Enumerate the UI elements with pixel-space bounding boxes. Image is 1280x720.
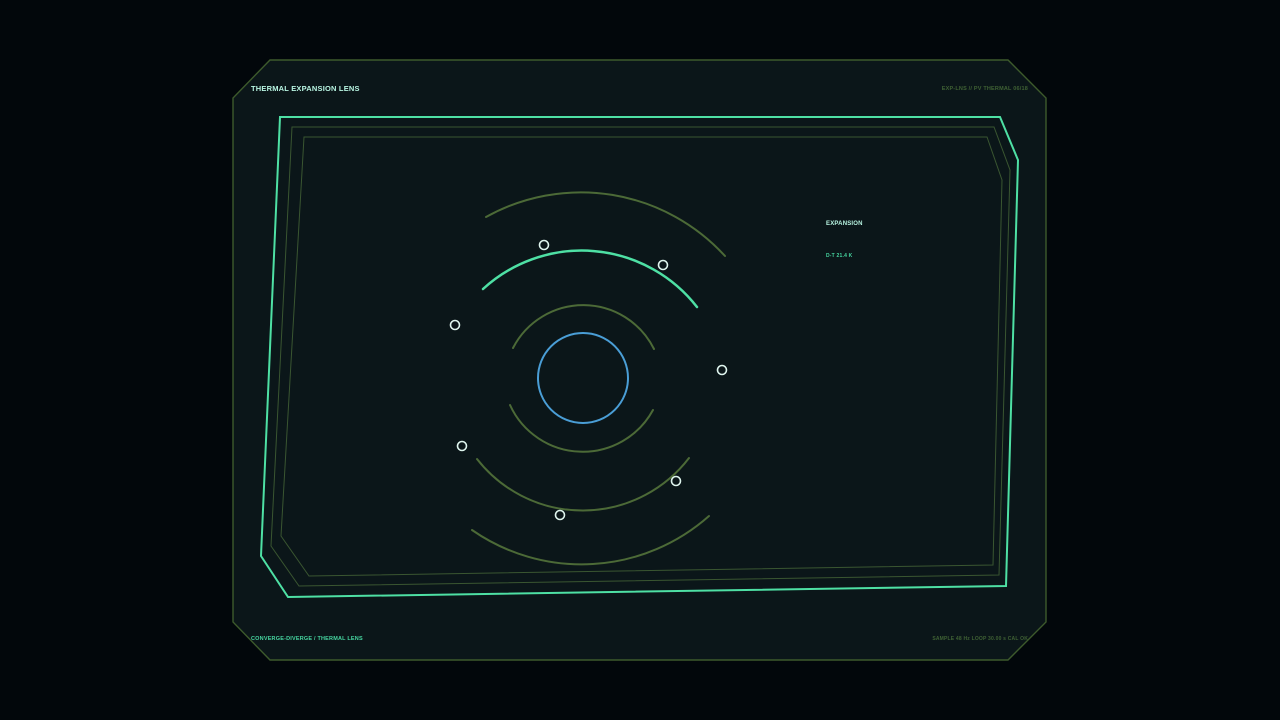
readout-label: EXPANSION <box>826 221 863 227</box>
panel-code: EXP-LNS // PV THERMAL 06/18 <box>941 86 1028 92</box>
readout-value: D-T 21.4 K <box>826 253 853 259</box>
outer-panel-frame <box>232 59 1047 661</box>
panel-title: THERMAL EXPANSION LENS <box>251 84 360 93</box>
hud-stage: THERMAL EXPANSION LENS EXP-LNS // PV THE… <box>0 0 1280 720</box>
footer-caption: CONVERGE-DIVERGE / THERMAL LENS <box>251 636 363 642</box>
sample-marker[interactable] <box>449 319 461 331</box>
footer-status: SAMPLE 48 Hz LOOP 30.00 s CAL OK <box>932 636 1028 642</box>
sample-marker[interactable] <box>657 259 669 271</box>
sample-marker[interactable] <box>456 440 468 452</box>
sample-marker[interactable] <box>554 509 566 521</box>
sample-marker[interactable] <box>538 239 550 251</box>
sample-marker[interactable] <box>716 364 728 376</box>
thermal-lens-canvas <box>232 59 1047 661</box>
sample-marker[interactable] <box>670 475 682 487</box>
